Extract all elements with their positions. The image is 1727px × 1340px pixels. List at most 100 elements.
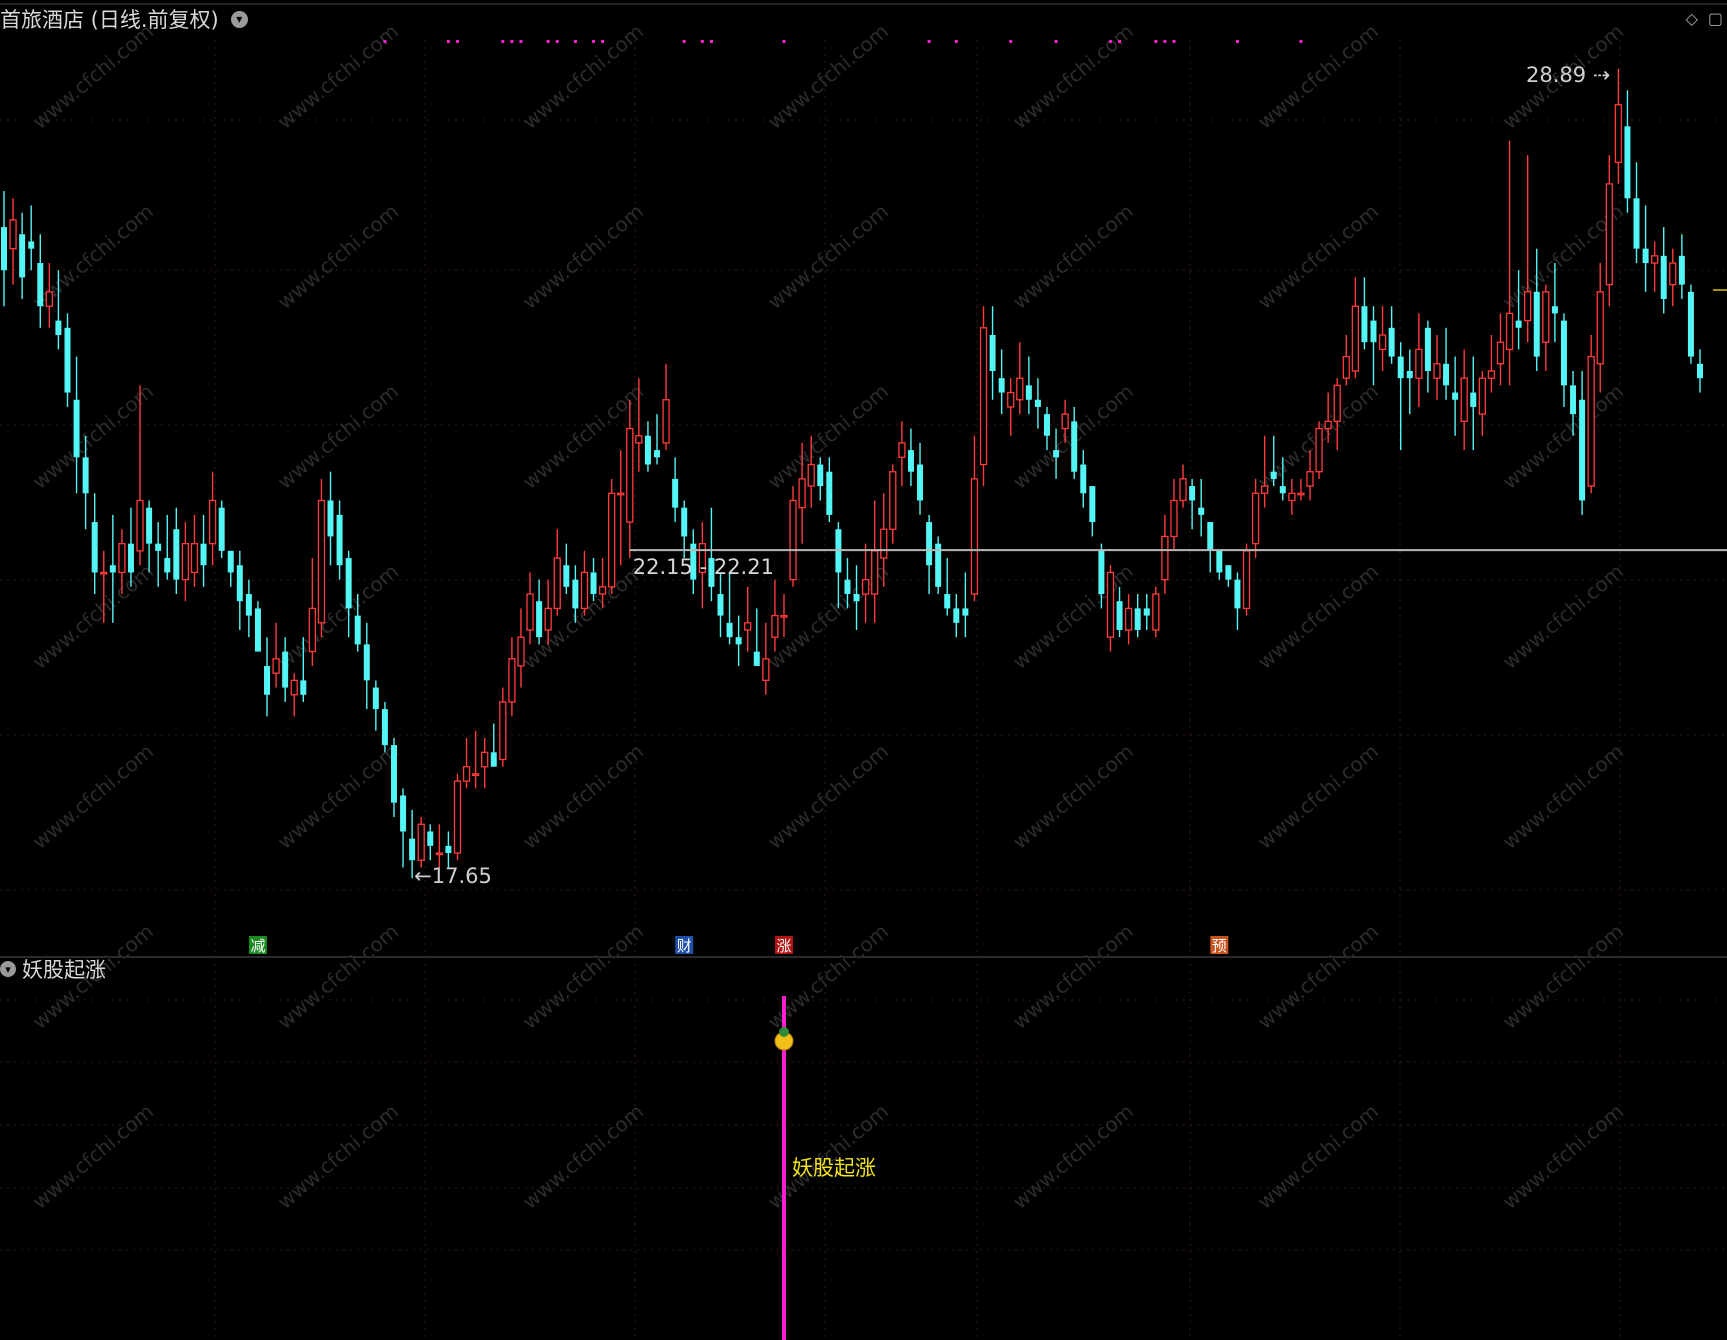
dot-marker <box>455 40 459 43</box>
candle-body <box>1034 399 1041 407</box>
candle-body <box>917 464 924 501</box>
candle-body <box>889 471 897 530</box>
candle <box>146 500 153 573</box>
dot-marker <box>1235 40 1239 43</box>
candle-body <box>1496 341 1505 365</box>
chevron-down-icon[interactable]: ▾ <box>0 961 16 977</box>
candle-body <box>1053 450 1060 458</box>
candle <box>717 572 724 638</box>
candle <box>1370 306 1377 386</box>
dot-marker <box>592 40 596 43</box>
candle-body <box>1288 492 1296 502</box>
candle-body <box>717 594 724 616</box>
window-icon[interactable]: ▢ <box>1708 9 1723 28</box>
watermark-text: www.cfchi.com <box>1008 19 1138 134</box>
candle-body <box>1225 565 1232 580</box>
candle-body <box>1297 492 1305 496</box>
candle-body <box>798 478 806 509</box>
candle <box>28 205 35 271</box>
watermark-text: www.cfchi.com <box>1253 1099 1383 1214</box>
candle-body <box>644 435 651 465</box>
candle-body <box>1388 327 1395 357</box>
candle <box>1025 356 1032 415</box>
candle-body <box>544 607 552 631</box>
event-marker: 财 <box>675 936 694 955</box>
dot-marker <box>954 40 958 43</box>
candle-body <box>481 751 489 768</box>
diamond-icon[interactable]: ◇ <box>1686 9 1698 28</box>
candle <box>1315 421 1323 479</box>
candle <box>1170 478 1178 551</box>
candle <box>1669 248 1677 307</box>
candle <box>1424 320 1431 393</box>
chevron-down-icon[interactable]: ▾ <box>230 10 248 28</box>
candle <box>290 673 298 717</box>
candle <box>1378 306 1387 371</box>
candle <box>861 543 870 623</box>
candle <box>1460 349 1468 451</box>
candle-body <box>1152 593 1160 631</box>
watermark-text: www.cfchi.com <box>273 739 403 854</box>
candle <box>1524 155 1532 343</box>
dot-marker <box>709 40 713 43</box>
candle <box>1080 450 1087 508</box>
candle-body <box>118 543 126 574</box>
candle <box>1251 478 1260 559</box>
candle-body <box>1161 535 1169 581</box>
candle-body <box>28 241 35 249</box>
watermark-text: www.cfchi.com <box>518 739 648 854</box>
candle-body <box>1315 427 1323 473</box>
candle-body <box>580 571 589 610</box>
candle <box>336 500 343 580</box>
candle <box>889 464 897 544</box>
candle-body <box>1424 327 1431 371</box>
watermark-text: www.cfchi.com <box>1008 1099 1138 1214</box>
chart-canvas[interactable]: www.cfchi.com www.cfchi.com www.cfchi.com w… <box>0 0 1727 1340</box>
candle <box>1487 335 1496 393</box>
candle <box>1152 586 1160 638</box>
candle <box>1388 306 1395 364</box>
candle-body <box>1452 392 1459 400</box>
candle-body <box>1080 464 1087 494</box>
candle-body <box>1669 262 1677 286</box>
candle <box>317 478 326 638</box>
candle <box>917 442 924 515</box>
candle-body <box>1624 126 1631 199</box>
watermark-text: www.cfchi.com <box>1253 199 1383 314</box>
candle <box>517 608 525 688</box>
dot-marker <box>1299 40 1303 43</box>
watermark-text: www.cfchi.com <box>1253 19 1383 134</box>
candle <box>1397 342 1404 451</box>
candle <box>1207 522 1214 573</box>
candle <box>173 507 180 595</box>
candle-body <box>735 637 742 645</box>
candle-body <box>1570 385 1577 415</box>
candle-body <box>553 557 561 610</box>
watermark-text: www.cfchi.com <box>1008 199 1138 314</box>
candle <box>563 543 570 595</box>
candle-body <box>517 636 525 667</box>
candle-body <box>190 543 199 574</box>
candle <box>1433 335 1441 400</box>
candle-body <box>417 823 425 861</box>
candle-body <box>654 450 660 458</box>
candle-body <box>1189 486 1196 501</box>
candle-body <box>508 658 516 703</box>
candle-body <box>1124 607 1133 631</box>
candle-body <box>164 558 171 573</box>
candle-body <box>1279 486 1286 494</box>
indicator-title: 妖股起涨 <box>22 958 106 982</box>
dot-marker <box>555 40 559 43</box>
candle-body <box>1415 348 1423 379</box>
candle-body <box>471 773 480 777</box>
candle-body <box>1106 571 1115 638</box>
candle <box>181 522 190 602</box>
candle-body <box>1542 291 1550 343</box>
candle <box>907 428 914 487</box>
candle <box>898 421 906 487</box>
candle-body <box>100 571 108 575</box>
dot-marker <box>519 40 523 43</box>
low-price-label: ←17.65 <box>414 864 492 888</box>
candle <box>580 550 589 616</box>
candle <box>935 536 942 595</box>
